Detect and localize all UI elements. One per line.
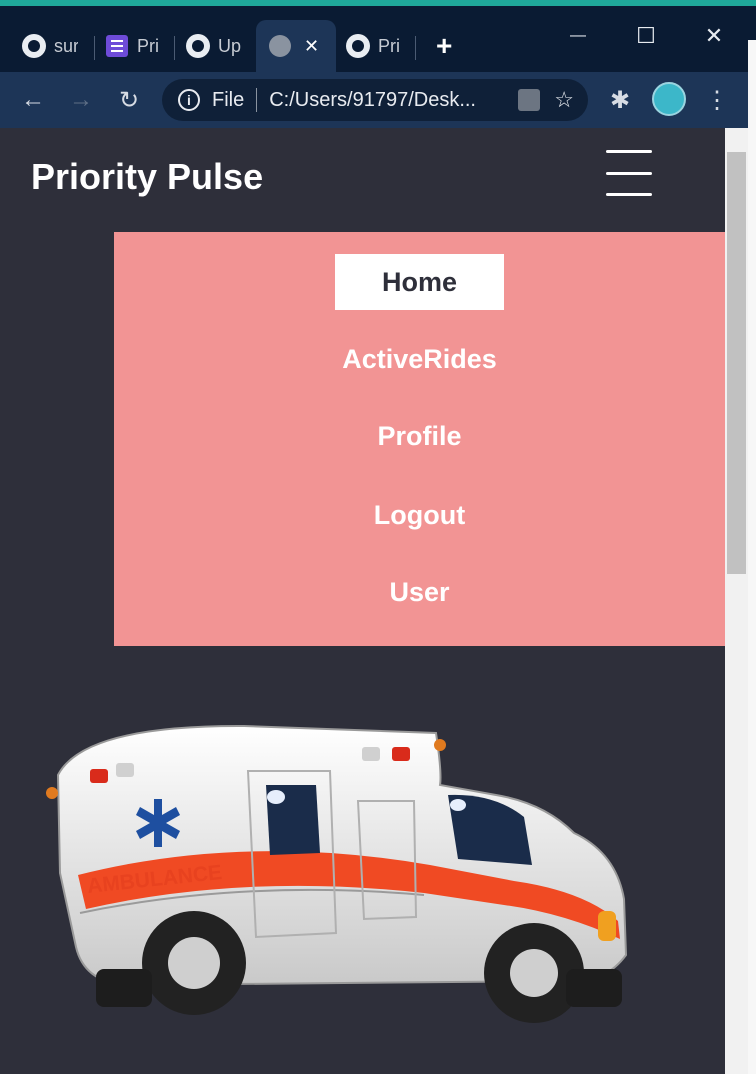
nav-item-logout[interactable]: Logout — [114, 500, 725, 531]
minimize-button[interactable]: — — [548, 16, 608, 56]
info-icon[interactable]: i — [178, 89, 200, 111]
new-tab-button[interactable]: + — [436, 20, 460, 72]
tab-label: Pri — [378, 35, 400, 56]
hamburger-line — [606, 172, 652, 175]
url-text[interactable]: C:/Users/91797/Desk... — [269, 89, 518, 112]
globe-icon — [268, 34, 292, 58]
reload-icon: ↻ — [118, 86, 140, 114]
hamburger-line — [606, 193, 652, 196]
github-icon — [346, 34, 370, 58]
nav-dropdown-menu: Home ActiveRides Profile Logout User — [114, 232, 725, 646]
ambulance-illustration: AMBULANCE — [46, 724, 628, 1023]
browser-toolbar: ← → ↻ i File C:/Users/91797/Desk... ☆ ✱ … — [0, 72, 756, 128]
tab-github-3[interactable]: Pri — [346, 20, 408, 72]
background-window-edge — [748, 40, 756, 1074]
maximize-button[interactable]: ☐ — [616, 16, 676, 56]
hamburger-line — [606, 150, 652, 153]
tab-label: sur — [54, 35, 78, 56]
address-bar[interactable]: i File C:/Users/91797/Desk... ☆ — [162, 79, 588, 121]
star-icon[interactable]: ☆ — [554, 87, 574, 113]
nav-item-active-rides[interactable]: ActiveRides — [114, 344, 725, 375]
tab-github-2[interactable]: Up — [186, 20, 248, 72]
page-content: Priority Pulse Home ActiveRides Profile … — [0, 128, 725, 1074]
browser-menu-button[interactable]: ⋮ — [699, 82, 735, 118]
scrollbar-thumb[interactable] — [727, 152, 746, 574]
minimize-icon: — — [570, 27, 586, 44]
close-icon[interactable]: ✕ — [304, 36, 319, 57]
reload-button[interactable]: ↻ — [111, 82, 147, 118]
tab-separator — [94, 36, 95, 60]
nav-item-user[interactable]: User — [114, 577, 725, 608]
tab-active-local-file[interactable]: ✕ — [256, 20, 336, 72]
maximize-icon: ☐ — [636, 23, 656, 48]
close-icon: ✕ — [704, 23, 724, 48]
extensions-button[interactable]: ✱ — [602, 82, 638, 118]
nav-item-profile[interactable]: Profile — [114, 421, 725, 452]
tab-label: Pri — [137, 35, 159, 56]
tab-separator — [415, 36, 416, 60]
avatar[interactable] — [652, 82, 686, 116]
tab-forms[interactable]: Pri — [105, 20, 167, 72]
tab-bar: sur Pri Up ✕ Pri + — ☐ ✕ — [0, 6, 756, 72]
close-window-button[interactable]: ✕ — [684, 16, 744, 56]
kebab-menu-icon: ⋮ — [705, 86, 729, 114]
arrow-right-icon: → — [69, 86, 93, 113]
scheme-label: File — [212, 88, 245, 111]
tab-github-1[interactable]: sur — [22, 20, 84, 72]
plus-icon: + — [436, 30, 453, 61]
forward-button[interactable]: → — [63, 82, 99, 118]
address-separator — [256, 88, 258, 112]
hamburger-menu-button[interactable] — [606, 150, 652, 196]
tab-label: Up — [218, 35, 242, 56]
arrow-left-icon: ← — [21, 86, 45, 113]
tab-separator — [174, 36, 175, 60]
github-icon — [186, 34, 210, 58]
forms-icon — [105, 34, 129, 58]
translate-icon[interactable] — [518, 89, 541, 111]
nav-item-home[interactable]: Home — [335, 254, 504, 310]
back-button[interactable]: ← — [15, 82, 51, 118]
brand-title[interactable]: Priority Pulse — [31, 156, 263, 198]
github-icon — [22, 34, 46, 58]
puzzle-icon: ✱ — [609, 86, 631, 114]
